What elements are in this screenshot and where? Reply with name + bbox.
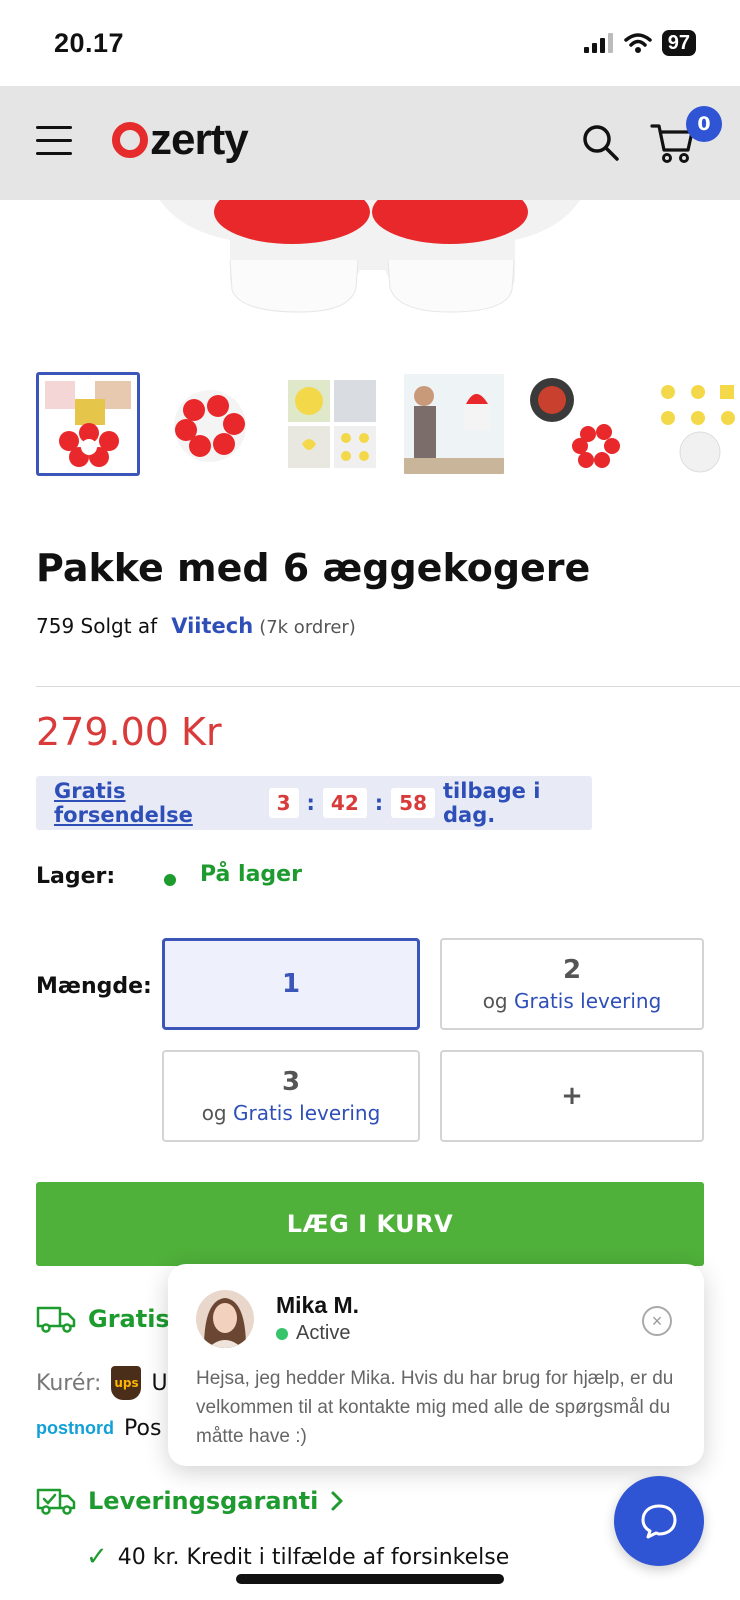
home-indicator[interactable] [236, 1574, 504, 1584]
delivery-credit-item: ✓ 40 kr. Kredit i tilfælde af forsinkels… [86, 1542, 509, 1572]
status-time: 20.17 [54, 28, 125, 58]
seller-line: 759 Solgt af Viitech (7k ordrer) [36, 614, 356, 638]
countdown-minutes: 42 [322, 788, 367, 818]
signal-icon [583, 33, 613, 53]
thumbnail-6[interactable] [646, 372, 740, 476]
quantity-plus: + [561, 1081, 583, 1111]
postnord-label: Pos [124, 1416, 162, 1441]
quantity-option-subtext: og Gratis levering [201, 1101, 381, 1125]
quantity-option-number: 3 [281, 1067, 301, 1097]
menu-icon[interactable] [36, 126, 72, 156]
chevron-right-icon [331, 1491, 343, 1511]
seller-orders: (7k ordrer) [259, 617, 356, 638]
free-shipping-link[interactable]: Gratis forsendelse [54, 779, 261, 827]
quantity-option-more[interactable]: + [440, 1050, 704, 1142]
avatar [196, 1290, 254, 1348]
stock-status-dot [164, 874, 176, 886]
thumbnail-strip [36, 372, 740, 480]
logo[interactable]: zerty [112, 110, 249, 170]
postnord-row: postnord Pos [36, 1416, 161, 1441]
chat-agent-status: Active [276, 1322, 350, 1345]
quantity-option-subtext: og Gratis levering [482, 989, 662, 1013]
chat-message: Hejsa, jeg hedder Mika. Hvis du har brug… [196, 1368, 674, 1447]
thumbnail-4[interactable] [402, 372, 506, 476]
wifi-icon [624, 33, 652, 53]
chat-agent-name: Mika M. [276, 1292, 360, 1318]
thumbnail-3[interactable] [280, 372, 384, 476]
truck-check-icon [36, 1488, 76, 1515]
thumbnail-1[interactable] [36, 372, 140, 476]
countdown-separator: : [306, 791, 315, 815]
add-to-cart-button[interactable]: LÆG I KURV [36, 1182, 704, 1266]
thumbnail-5[interactable] [524, 372, 628, 476]
delivery-guarantee-label: Leveringsgaranti [88, 1487, 319, 1515]
divider [36, 686, 740, 687]
chat-popup[interactable]: Mika M. Active × Hejsa, jeg hedder Mika.… [168, 1264, 704, 1466]
product-price: 279.00 Kr [36, 710, 222, 754]
quantity-option-number: 2 [562, 955, 582, 985]
site-header: zerty 0 [0, 86, 740, 200]
status-bar: 20.17 97 [0, 0, 740, 86]
seller-link[interactable]: Viitech [171, 614, 253, 638]
product-image[interactable] [0, 200, 740, 340]
courier-name: U [151, 1370, 168, 1396]
close-icon[interactable]: × [642, 1306, 672, 1336]
sold-count: 759 Solgt af [36, 614, 158, 638]
delivery-credit-text: 40 kr. Kredit i tilfælde af forsinkelse [117, 1544, 510, 1570]
chat-status-label: Active [296, 1322, 351, 1344]
quantity-option-2[interactable]: 2 og Gratis levering [440, 938, 704, 1030]
countdown-seconds: 58 [391, 788, 436, 818]
free-shipping-banner: Gratis forsendelse 3 : 42 : 58 tilbage i… [36, 776, 592, 830]
ups-logo: ups [111, 1366, 142, 1400]
countdown-separator: : [374, 791, 384, 815]
active-status-dot [276, 1327, 288, 1340]
cart-count-badge[interactable]: 0 [686, 106, 722, 142]
product-title: Pakke med 6 æggekogere [36, 546, 591, 590]
logo-text: zerty [150, 115, 249, 164]
chat-bubble-icon [641, 1504, 677, 1539]
stock-label: Lager: [36, 864, 116, 889]
check-icon: ✓ [86, 1542, 108, 1572]
free-shipping-row: Gratis [36, 1304, 170, 1334]
free-shipping-label: Gratis [88, 1305, 170, 1333]
delivery-guarantee-link[interactable]: Leveringsgaranti [36, 1486, 344, 1516]
chat-launcher-button[interactable] [614, 1476, 704, 1566]
quantity-option-number: 1 [281, 969, 301, 999]
countdown-hours: 3 [268, 788, 299, 818]
courier-row: Kurér: ups U [36, 1366, 168, 1400]
quantity-option-1[interactable]: 1 [162, 938, 420, 1030]
quantity-option-3[interactable]: 3 og Gratis levering [162, 1050, 420, 1142]
postnord-logo: postnord [36, 1418, 114, 1438]
stock-value: På lager [200, 862, 302, 887]
quantity-label: Mængde: [36, 974, 152, 999]
battery-indicator: 97 [661, 30, 696, 56]
countdown-suffix: tilbage i dag. [443, 779, 541, 827]
courier-label: Kurér: [36, 1370, 102, 1396]
logo-mark [112, 122, 148, 158]
status-icons: 97 [583, 30, 696, 56]
truck-icon [36, 1306, 76, 1333]
thumbnail-2[interactable] [158, 372, 262, 476]
search-icon[interactable] [580, 122, 620, 162]
